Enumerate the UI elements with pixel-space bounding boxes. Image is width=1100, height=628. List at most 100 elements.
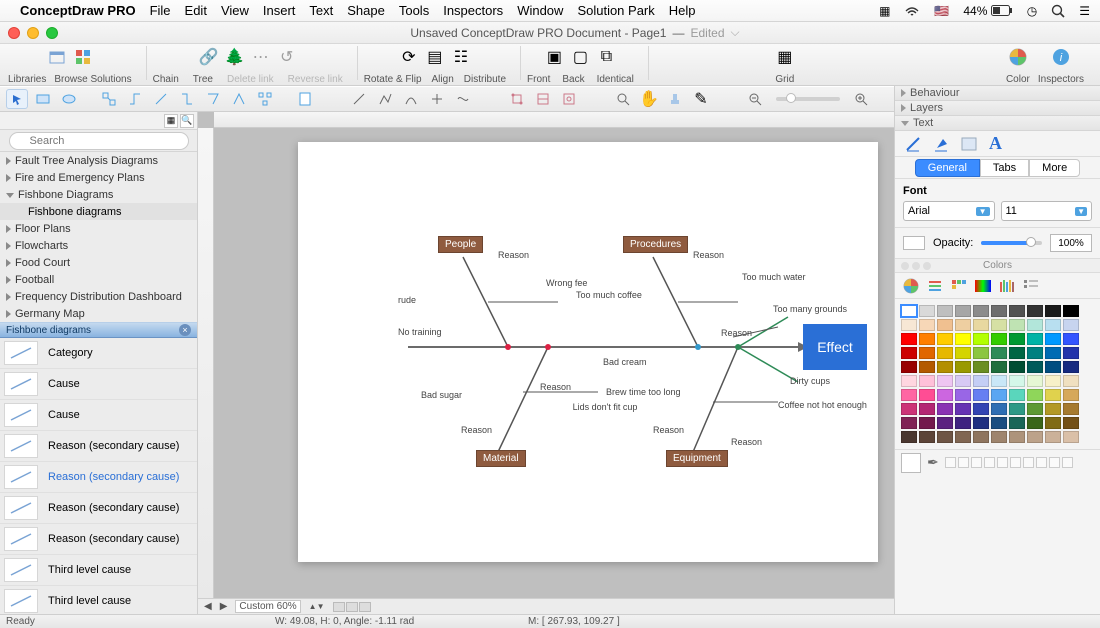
polyline-tool[interactable] bbox=[374, 89, 396, 109]
snap-tool-1[interactable] bbox=[506, 89, 528, 109]
conn-tool-2[interactable] bbox=[124, 89, 146, 109]
back-icon[interactable]: ▢ bbox=[570, 47, 590, 67]
color-swatch[interactable] bbox=[1045, 431, 1061, 443]
color-swatch[interactable] bbox=[919, 431, 935, 443]
lib-view-grid[interactable]: ▦ bbox=[164, 114, 178, 128]
color-slot[interactable] bbox=[997, 457, 1008, 468]
color-slots[interactable] bbox=[945, 457, 1073, 468]
category-equipment[interactable]: Equipment bbox=[666, 450, 728, 467]
color-swatch[interactable] bbox=[955, 417, 971, 429]
hand-tool[interactable]: ✋ bbox=[638, 89, 660, 109]
page-tabs[interactable] bbox=[333, 602, 371, 612]
color-swatch[interactable] bbox=[955, 347, 971, 359]
color-swatch[interactable] bbox=[1063, 417, 1079, 429]
color-swatch[interactable] bbox=[1027, 403, 1043, 415]
menu-file[interactable]: File bbox=[150, 3, 171, 18]
color-swatch[interactable] bbox=[937, 319, 953, 331]
category-procedures[interactable]: Procedures bbox=[623, 236, 688, 253]
library-item[interactable]: Fishbone Diagrams bbox=[0, 186, 197, 203]
color-swatch[interactable] bbox=[955, 361, 971, 373]
library-item[interactable]: Frequency Distribution Dashboard bbox=[0, 288, 197, 305]
color-swatch[interactable] bbox=[937, 333, 953, 345]
color-swatch[interactable] bbox=[991, 305, 1007, 317]
color-slot[interactable] bbox=[1023, 457, 1034, 468]
library-tab-name[interactable]: Fishbone diagrams bbox=[6, 325, 91, 336]
color-crayons-tool[interactable] bbox=[999, 279, 1015, 293]
color-swatch[interactable] bbox=[1063, 403, 1079, 415]
inspectors-icon[interactable]: i bbox=[1051, 47, 1071, 67]
color-swatch[interactable] bbox=[937, 347, 953, 359]
color-swatch[interactable] bbox=[919, 375, 935, 387]
library-subitem[interactable]: Fishbone diagrams bbox=[0, 203, 197, 220]
color-swatch[interactable] bbox=[991, 375, 1007, 387]
color-swatch[interactable] bbox=[973, 319, 989, 331]
color-swatch[interactable] bbox=[973, 417, 989, 429]
panel-behaviour[interactable]: Behaviour bbox=[895, 86, 1100, 101]
color-swatch[interactable] bbox=[1027, 431, 1043, 443]
color-swatch[interactable] bbox=[901, 417, 917, 429]
color-swatch[interactable] bbox=[901, 389, 917, 401]
color-swatch[interactable] bbox=[955, 389, 971, 401]
page-nav-next[interactable]: ▶ bbox=[220, 601, 228, 612]
color-swatch[interactable] bbox=[937, 403, 953, 415]
libraries-icon[interactable] bbox=[47, 47, 67, 67]
color-swatch[interactable] bbox=[973, 375, 989, 387]
color-slot[interactable] bbox=[984, 457, 995, 468]
color-swatch[interactable] bbox=[955, 305, 971, 317]
menu-solutionpark[interactable]: Solution Park bbox=[577, 3, 654, 18]
magnify-tool[interactable] bbox=[612, 89, 634, 109]
color-swatch[interactable] bbox=[1009, 333, 1025, 345]
tab-tabs[interactable]: Tabs bbox=[980, 159, 1029, 177]
browse-solutions-icon[interactable] bbox=[73, 47, 93, 67]
identical-icon[interactable]: ⧉ bbox=[596, 47, 616, 67]
color-swatch[interactable] bbox=[991, 431, 1007, 443]
color-swatch[interactable] bbox=[955, 375, 971, 387]
color-swatch[interactable] bbox=[1063, 361, 1079, 373]
arrow-tool[interactable] bbox=[6, 89, 28, 109]
color-swatch[interactable] bbox=[937, 375, 953, 387]
clock-icon[interactable]: ◷ bbox=[1027, 4, 1037, 18]
color-swatch[interactable] bbox=[1027, 305, 1043, 317]
opacity-swatch[interactable] bbox=[903, 236, 925, 250]
color-swatch[interactable] bbox=[937, 431, 953, 443]
tree-icon[interactable]: 🌲 bbox=[225, 47, 245, 67]
category-material[interactable]: Material bbox=[476, 450, 526, 467]
color-swatch[interactable] bbox=[1027, 347, 1043, 359]
color-swatch[interactable] bbox=[937, 417, 953, 429]
color-swatch[interactable] bbox=[973, 347, 989, 359]
text-fill-icon[interactable] bbox=[933, 136, 949, 152]
color-swatch[interactable] bbox=[1063, 375, 1079, 387]
ruler-vertical[interactable] bbox=[198, 128, 214, 598]
library-item[interactable]: Fault Tree Analysis Diagrams bbox=[0, 152, 197, 169]
color-swatch[interactable] bbox=[1009, 347, 1025, 359]
color-swatch[interactable] bbox=[1063, 389, 1079, 401]
color-swatch[interactable] bbox=[901, 305, 917, 317]
menu-tools[interactable]: Tools bbox=[399, 3, 429, 18]
edited-indicator[interactable]: Edited bbox=[690, 26, 724, 40]
library-item[interactable]: Food Court bbox=[0, 254, 197, 271]
color-swatch[interactable] bbox=[991, 333, 1007, 345]
color-list-tool[interactable] bbox=[1023, 279, 1039, 293]
text-font-icon[interactable]: A bbox=[989, 133, 1002, 154]
font-size-select[interactable]: 11▼ bbox=[1001, 201, 1093, 221]
snap-tool-2[interactable] bbox=[532, 89, 554, 109]
menubar-grid-icon[interactable]: ▦ bbox=[879, 4, 890, 18]
page-tool[interactable] bbox=[294, 89, 316, 109]
color-swatch[interactable] bbox=[1045, 361, 1061, 373]
color-swatch[interactable] bbox=[919, 333, 935, 345]
flag-icon[interactable]: 🇺🇸 bbox=[934, 4, 949, 18]
color-swatch[interactable] bbox=[901, 347, 917, 359]
color-swatch[interactable] bbox=[937, 361, 953, 373]
library-tab-close[interactable]: × bbox=[179, 324, 191, 336]
color-swatch[interactable] bbox=[1027, 389, 1043, 401]
menu-list-icon[interactable]: ☰ bbox=[1079, 4, 1090, 18]
conn-tool-3[interactable] bbox=[150, 89, 172, 109]
menu-view[interactable]: View bbox=[221, 3, 249, 18]
color-swatch[interactable] bbox=[901, 361, 917, 373]
color-slot[interactable] bbox=[971, 457, 982, 468]
library-search-input[interactable] bbox=[9, 132, 189, 150]
lib-search-toggle[interactable]: 🔍 bbox=[180, 114, 194, 128]
eyedropper-icon[interactable]: ✒ bbox=[927, 454, 939, 471]
wifi-icon[interactable] bbox=[904, 5, 920, 17]
color-swatch[interactable] bbox=[973, 333, 989, 345]
